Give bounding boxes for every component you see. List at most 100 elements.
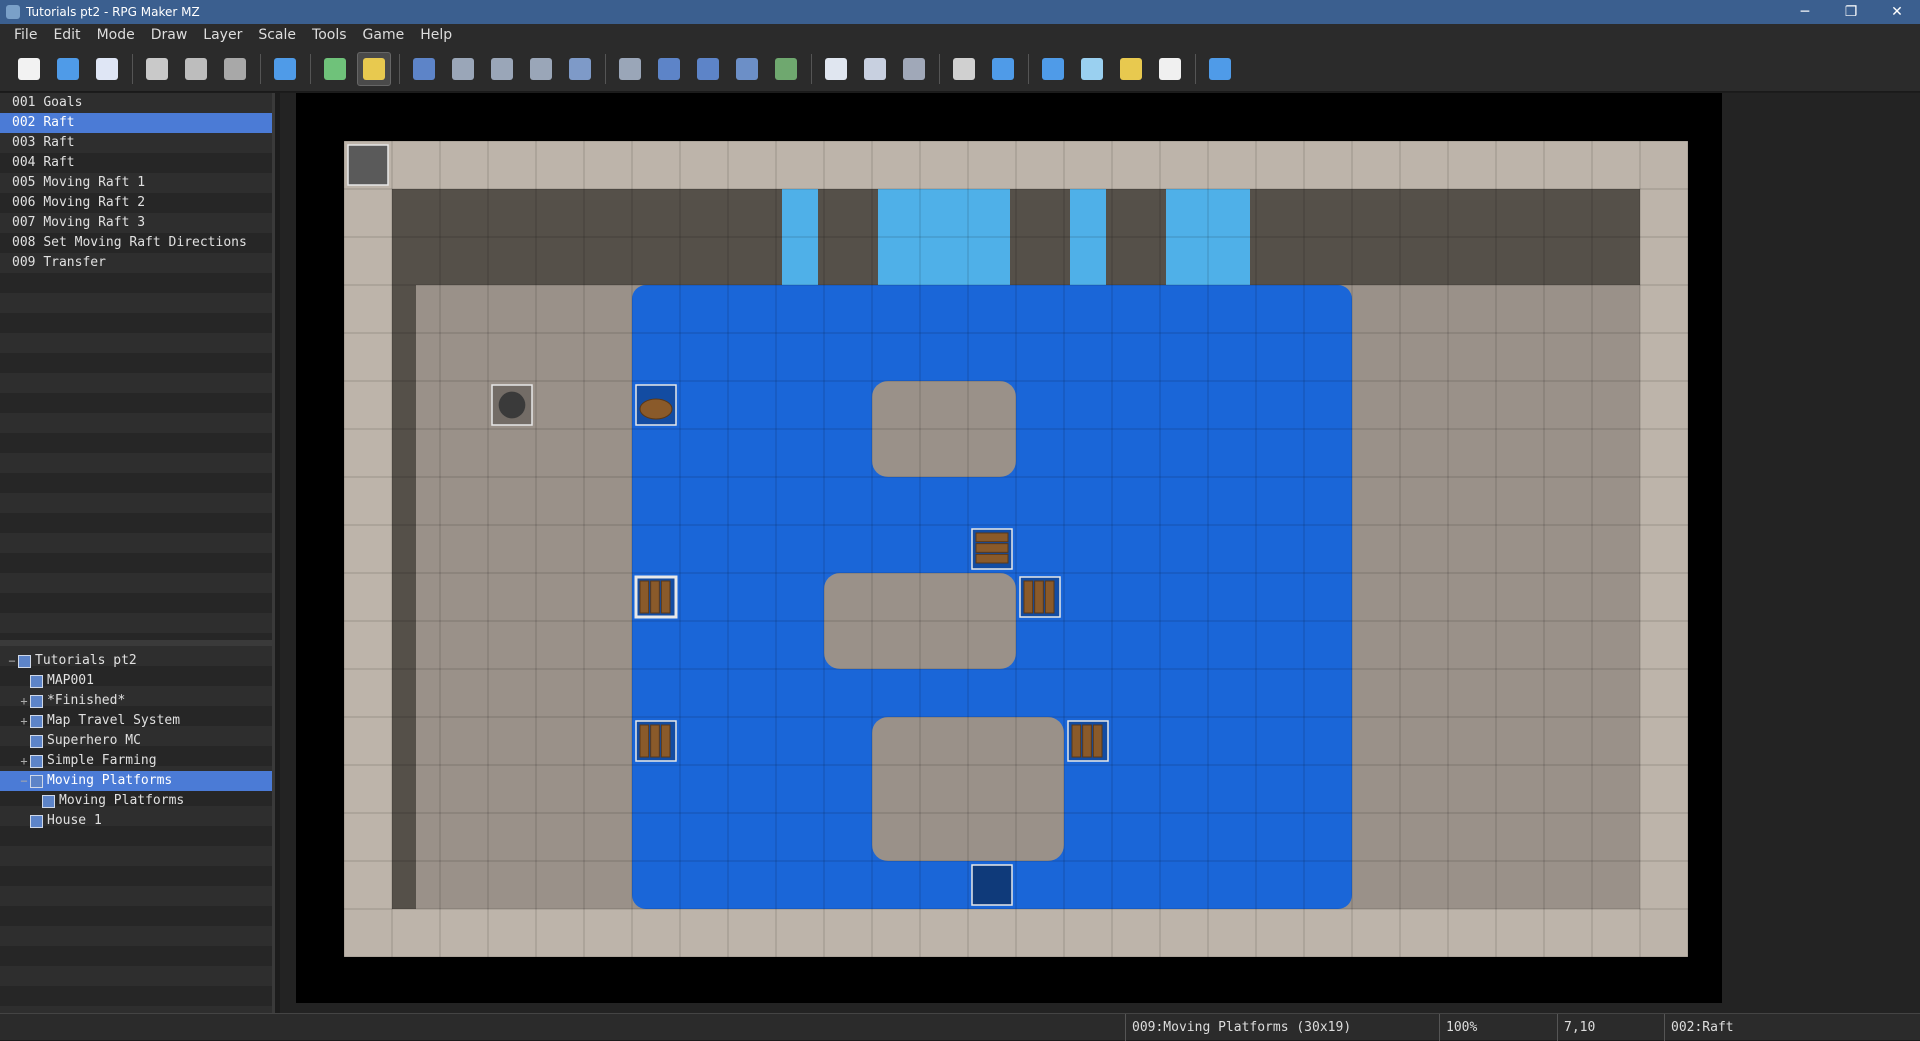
event-id: 005: [12, 175, 36, 190]
save-project-icon: [96, 57, 118, 80]
ellipse-button[interactable]: [691, 52, 725, 86]
maximize-button[interactable]: ❐: [1828, 0, 1874, 24]
map-tree-label: Moving Platforms: [59, 793, 185, 808]
map-event-boat[interactable]: [635, 384, 677, 426]
window-title: Tutorials pt2 - RPG Maker MZ: [26, 5, 200, 19]
collapse-icon[interactable]: −: [6, 651, 18, 671]
cut-button[interactable]: [140, 52, 174, 86]
map-event-raft[interactable]: [1019, 576, 1061, 618]
menu-tools[interactable]: Tools: [304, 24, 355, 46]
map-tree-label: House 1: [47, 813, 102, 828]
menu-game[interactable]: Game: [355, 24, 413, 46]
menu-help[interactable]: Help: [412, 24, 460, 46]
event-name: Moving Raft 2: [43, 195, 146, 210]
map-tree: − Tutorials pt2 MAP001 + *Finished* + Map Trav…: [0, 646, 272, 1013]
status-zoom: 100%: [1439, 1014, 1557, 1041]
map-event-moving-raft-2[interactable]: [1067, 720, 1109, 762]
expand-icon[interactable]: +: [18, 691, 30, 711]
map-event-moving-raft-1[interactable]: [635, 720, 677, 762]
event-list-item[interactable]: 002 Raft: [0, 113, 272, 133]
sound-test-icon: [1042, 57, 1064, 80]
event-mode-button[interactable]: [357, 51, 391, 86]
event-list-item[interactable]: 008 Set Moving Raft Directions: [0, 233, 272, 253]
shadow-pen-button[interactable]: [769, 52, 803, 86]
toolbar-separator: [132, 53, 133, 84]
open-project-button[interactable]: [51, 52, 85, 86]
map-tree-item[interactable]: + Map Travel System: [0, 711, 272, 731]
title-bar: Tutorials pt2 - RPG Maker MZ ─ ❐ ✕: [0, 0, 1920, 24]
shadow-pen-icon: [775, 57, 797, 80]
menu-edit[interactable]: Edit: [45, 24, 88, 46]
layer-4-icon: [530, 57, 552, 80]
map-mode-button[interactable]: [318, 52, 352, 86]
paste-button[interactable]: [218, 52, 252, 86]
map-tree-item[interactable]: + Simple Farming: [0, 751, 272, 771]
map-event-transfer[interactable]: [971, 864, 1013, 906]
undo-button[interactable]: [268, 52, 302, 86]
menu-draw[interactable]: Draw: [143, 24, 196, 46]
layer-2-button[interactable]: [446, 52, 480, 86]
layer-1-icon: [413, 57, 435, 80]
map-tree-item[interactable]: Moving Platforms: [0, 791, 272, 811]
expand-icon[interactable]: +: [18, 711, 30, 731]
new-project-button[interactable]: [12, 52, 46, 86]
map-tree-label: Map Travel System: [47, 713, 181, 728]
layer-1-button[interactable]: [407, 52, 441, 86]
map-icon: [42, 794, 55, 808]
map-grid[interactable]: [296, 93, 1722, 1003]
event-list-item[interactable]: 009 Transfer: [0, 253, 272, 273]
copy-button[interactable]: [179, 52, 213, 86]
pencil-button[interactable]: [613, 52, 647, 86]
map-tree-item[interactable]: House 1: [0, 811, 272, 831]
map-tree-label: *Finished*: [47, 693, 126, 708]
menu-layer[interactable]: Layer: [195, 24, 250, 46]
close-button[interactable]: ✕: [1874, 0, 1920, 24]
event-list-item[interactable]: 007 Moving Raft 3: [0, 213, 272, 233]
event-list-item[interactable]: 005 Moving Raft 1: [0, 173, 272, 193]
map-event-raft-vertical[interactable]: [971, 528, 1013, 570]
map-event-npc[interactable]: [491, 384, 533, 426]
event-list-item[interactable]: 006 Moving Raft 2: [0, 193, 272, 213]
map-tree-item[interactable]: − Tutorials pt2: [0, 651, 272, 671]
zoom-in-icon: [825, 57, 847, 80]
layer-3-button[interactable]: [485, 52, 519, 86]
plugin-manager-button[interactable]: [986, 52, 1020, 86]
expand-icon[interactable]: +: [18, 751, 30, 771]
zoom-in-button[interactable]: [819, 52, 853, 86]
playtest-button[interactable]: [1203, 52, 1237, 86]
save-project-button[interactable]: [90, 52, 124, 86]
map-tree-item[interactable]: − Moving Platforms: [0, 771, 272, 791]
toolbar-separator: [399, 53, 400, 84]
copy-icon: [185, 57, 207, 80]
map-event-raft-selected[interactable]: [634, 575, 678, 619]
event-list-item[interactable]: 001 Goals: [0, 93, 272, 113]
plugin-manager-icon: [992, 57, 1014, 80]
character-generator-button[interactable]: [1153, 52, 1187, 86]
event-searcher-button[interactable]: [1075, 52, 1109, 86]
layer-all-button[interactable]: [563, 52, 597, 86]
zoom-out-button[interactable]: [858, 52, 892, 86]
resource-manager-button[interactable]: [1114, 52, 1148, 86]
map-tree-item[interactable]: MAP001: [0, 671, 272, 691]
map-tree-item[interactable]: Superhero MC: [0, 731, 272, 751]
actual-size-button[interactable]: [897, 52, 931, 86]
menu-file[interactable]: File: [6, 24, 45, 46]
event-list-item[interactable]: 003 Raft: [0, 133, 272, 153]
event-name: Raft: [43, 115, 75, 130]
map-icon: [30, 774, 43, 788]
minimize-button[interactable]: ─: [1782, 0, 1828, 24]
map-canvas[interactable]: [296, 93, 1722, 1003]
rectangle-button[interactable]: [652, 52, 686, 86]
map-event-goals[interactable]: [347, 144, 389, 186]
sound-test-button[interactable]: [1036, 52, 1070, 86]
event-id: 006: [12, 195, 36, 210]
menu-scale[interactable]: Scale: [250, 24, 304, 46]
menu-mode[interactable]: Mode: [89, 24, 143, 46]
collapse-icon[interactable]: −: [18, 771, 30, 791]
event-list-item[interactable]: 004 Raft: [0, 153, 272, 173]
layer-4-button[interactable]: [524, 52, 558, 86]
database-button[interactable]: [947, 52, 981, 86]
map-tree-item[interactable]: + *Finished*: [0, 691, 272, 711]
flood-fill-button[interactable]: [730, 52, 764, 86]
layer-2-icon: [452, 57, 474, 80]
